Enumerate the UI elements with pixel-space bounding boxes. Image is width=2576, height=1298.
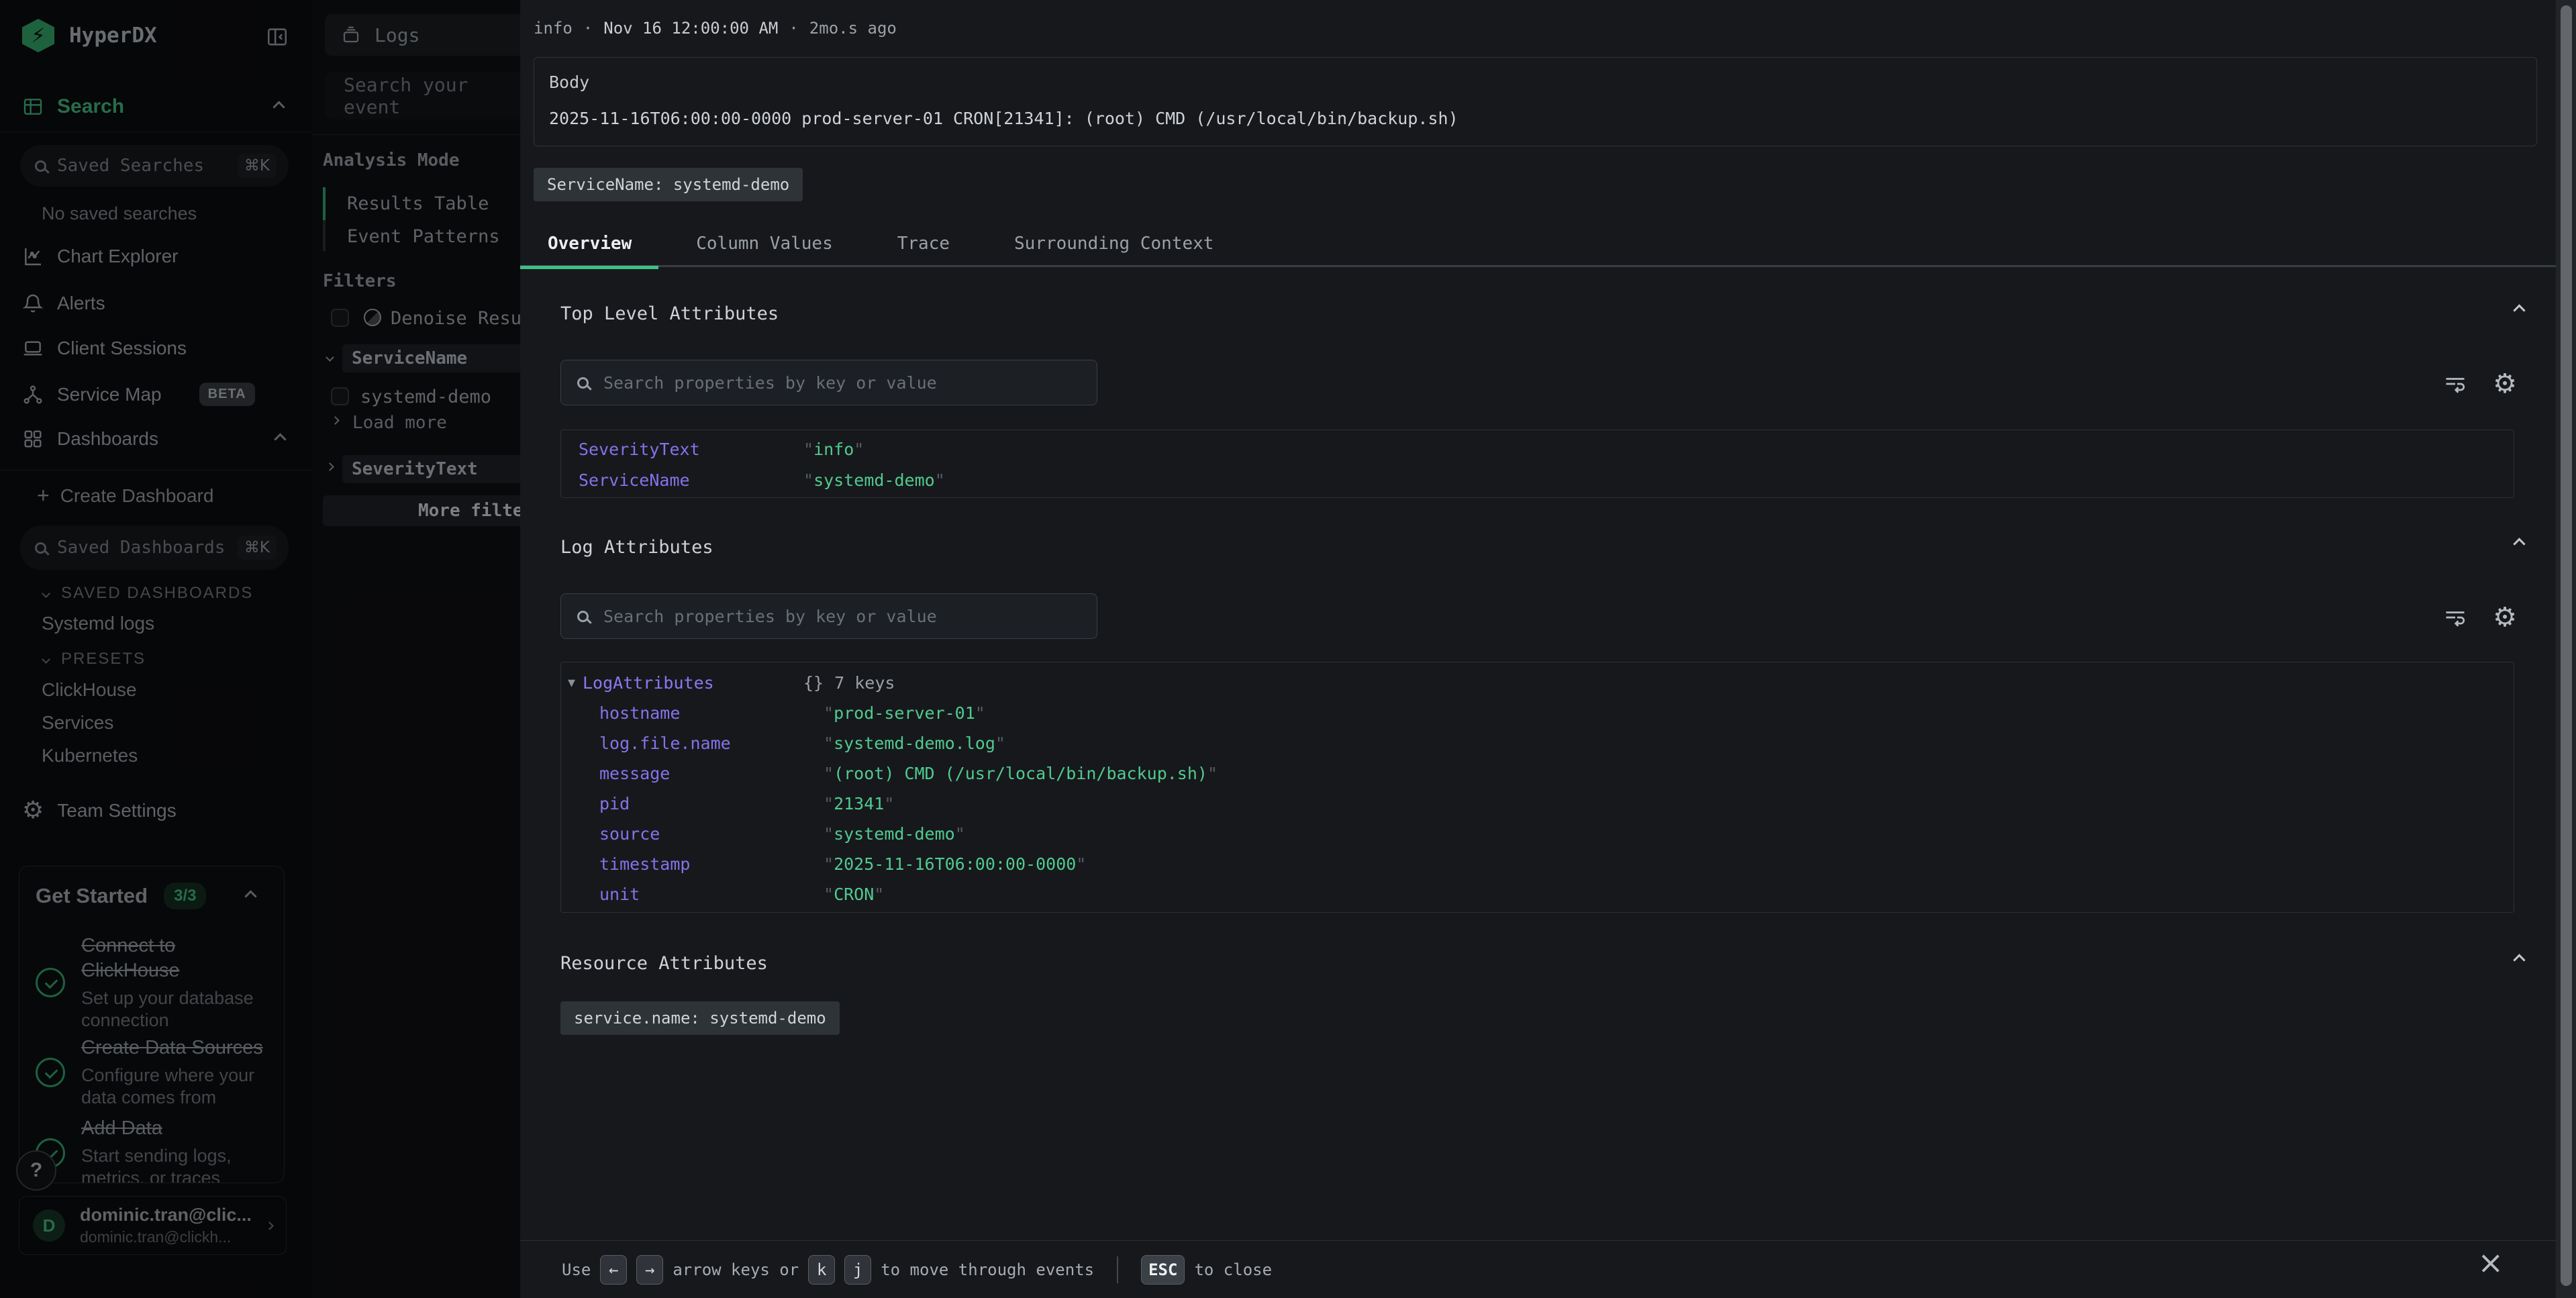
attribute-key: SeverityText bbox=[579, 437, 803, 462]
search-placeholder: Search properties by key or value bbox=[603, 373, 937, 393]
key-count: 7 keys bbox=[834, 670, 895, 696]
scrollbar-thumb[interactable] bbox=[2561, 5, 2572, 1286]
section-toolbar: ⚙ bbox=[2443, 604, 2517, 631]
body-label: Body bbox=[549, 72, 589, 92]
attribute-row[interactable]: hostname prod-server-01 bbox=[561, 701, 985, 726]
expand-triangle-icon[interactable]: ▾ bbox=[568, 670, 583, 696]
attribute-value: systemd-demo.log bbox=[824, 731, 1005, 756]
tab-surrounding-context[interactable]: Surrounding Context bbox=[1014, 234, 1213, 254]
attribute-value: 2025-11-16T06:00:00-0000 bbox=[824, 852, 1086, 877]
attribute-root-row[interactable]: ▾ LogAttributes {} 7 keys bbox=[561, 670, 895, 696]
log-body-content[interactable]: 2025-11-16T06:00:00-0000 prod-server-01 … bbox=[549, 109, 1458, 128]
section-title-resource-attributes: Resource Attributes bbox=[560, 953, 768, 974]
attribute-row[interactable]: unit CRON bbox=[561, 882, 884, 907]
attribute-key: log.file.name bbox=[599, 731, 824, 756]
attribute-row[interactable]: ServiceName systemd-demo bbox=[561, 468, 945, 493]
log-attributes-tree: ▾ LogAttributes {} 7 keys hostname prod-… bbox=[560, 662, 2514, 913]
search-icon bbox=[577, 377, 589, 389]
attribute-value: systemd-demo bbox=[824, 821, 965, 847]
event-timestamp: Nov 16 12:00:00 AM bbox=[603, 19, 778, 38]
active-tab-indicator bbox=[520, 266, 658, 269]
separator-dot: · bbox=[789, 19, 798, 38]
attribute-value: CRON bbox=[824, 882, 884, 907]
attribute-row[interactable]: log.file.name systemd-demo.log bbox=[561, 731, 1005, 756]
severity-badge: info bbox=[534, 19, 573, 38]
footer-text: Use bbox=[562, 1260, 591, 1279]
gear-icon[interactable]: ⚙ bbox=[2493, 370, 2517, 397]
attribute-key: LogAttributes bbox=[583, 670, 803, 696]
top-level-search-input[interactable]: Search properties by key or value bbox=[560, 360, 1097, 405]
right-arrow-key[interactable]: → bbox=[636, 1255, 663, 1285]
attribute-key: unit bbox=[599, 882, 824, 907]
attribute-row[interactable]: SeverityText info bbox=[561, 437, 864, 462]
body-card: Body 2025-11-16T06:00:00-0000 prod-serve… bbox=[534, 57, 2537, 146]
servicename-tag[interactable]: ServiceName: systemd-demo bbox=[534, 168, 803, 201]
collapse-section-icon[interactable] bbox=[2513, 304, 2525, 316]
attribute-key: ServiceName bbox=[579, 468, 803, 493]
left-arrow-key[interactable]: ← bbox=[600, 1255, 627, 1285]
event-header: info · Nov 16 12:00:00 AM · 2mo.s ago bbox=[534, 19, 897, 38]
section-toolbar: ⚙ bbox=[2443, 370, 2517, 397]
footer-text: to move through events bbox=[881, 1260, 1094, 1279]
event-details-panel: info · Nov 16 12:00:00 AM · 2mo.s ago Bo… bbox=[520, 0, 2576, 1298]
section-title-top-level: Top Level Attributes bbox=[560, 303, 779, 324]
attribute-value: 21341 bbox=[824, 791, 894, 817]
footer-text: to close bbox=[1194, 1260, 1272, 1279]
panel-tabs: Overview Column Values Trace Surrounding… bbox=[520, 221, 2576, 267]
wrap-lines-icon[interactable] bbox=[2443, 372, 2467, 396]
attribute-value: info bbox=[803, 437, 864, 462]
top-level-attributes-table: SeverityText info ServiceName systemd-de… bbox=[560, 430, 2514, 498]
attribute-key: pid bbox=[599, 791, 824, 817]
search-placeholder: Search properties by key or value bbox=[603, 607, 937, 626]
braces-icon: {} bbox=[803, 670, 824, 696]
tab-column-values[interactable]: Column Values bbox=[696, 234, 833, 254]
attribute-key: message bbox=[599, 761, 824, 787]
event-age: 2mo.s ago bbox=[809, 19, 897, 38]
attribute-row[interactable]: timestamp 2025-11-16T06:00:00-0000 bbox=[561, 852, 1086, 877]
divider bbox=[1117, 1256, 1118, 1283]
attribute-value: systemd-demo bbox=[803, 468, 945, 493]
attribute-key: hostname bbox=[599, 701, 824, 726]
collapse-section-icon[interactable] bbox=[2513, 954, 2525, 966]
wrap-lines-icon[interactable] bbox=[2443, 605, 2467, 630]
resource-service-name-tag[interactable]: service.name: systemd-demo bbox=[560, 1001, 840, 1035]
attribute-row[interactable]: source systemd-demo bbox=[561, 821, 965, 847]
tab-trace[interactable]: Trace bbox=[897, 234, 950, 254]
section-title-log-attributes: Log Attributes bbox=[560, 537, 713, 558]
attribute-value: prod-server-01 bbox=[824, 701, 985, 726]
gear-icon[interactable]: ⚙ bbox=[2493, 604, 2517, 631]
log-attributes-search-input[interactable]: Search properties by key or value bbox=[560, 593, 1097, 639]
attribute-value: (root) CMD (/usr/local/bin/backup.sh) bbox=[824, 761, 1218, 787]
k-key[interactable]: k bbox=[808, 1255, 835, 1285]
esc-key[interactable]: ESC bbox=[1141, 1255, 1185, 1285]
tab-overview[interactable]: Overview bbox=[548, 234, 632, 254]
j-key[interactable]: j bbox=[844, 1255, 871, 1285]
close-icon[interactable]: × bbox=[2477, 1247, 2504, 1278]
attribute-key: timestamp bbox=[599, 852, 824, 877]
separator-dot: · bbox=[583, 19, 593, 38]
modal-overlay[interactable] bbox=[0, 0, 520, 1298]
attribute-row[interactable]: pid 21341 bbox=[561, 791, 894, 817]
footer-text: arrow keys or bbox=[673, 1260, 799, 1279]
attribute-key: source bbox=[599, 821, 824, 847]
collapse-section-icon[interactable] bbox=[2513, 538, 2525, 550]
panel-footer: Use ← → arrow keys or k j to move throug… bbox=[520, 1240, 2576, 1298]
search-icon bbox=[577, 611, 589, 622]
attribute-row[interactable]: message (root) CMD (/usr/local/bin/backu… bbox=[561, 761, 1218, 787]
